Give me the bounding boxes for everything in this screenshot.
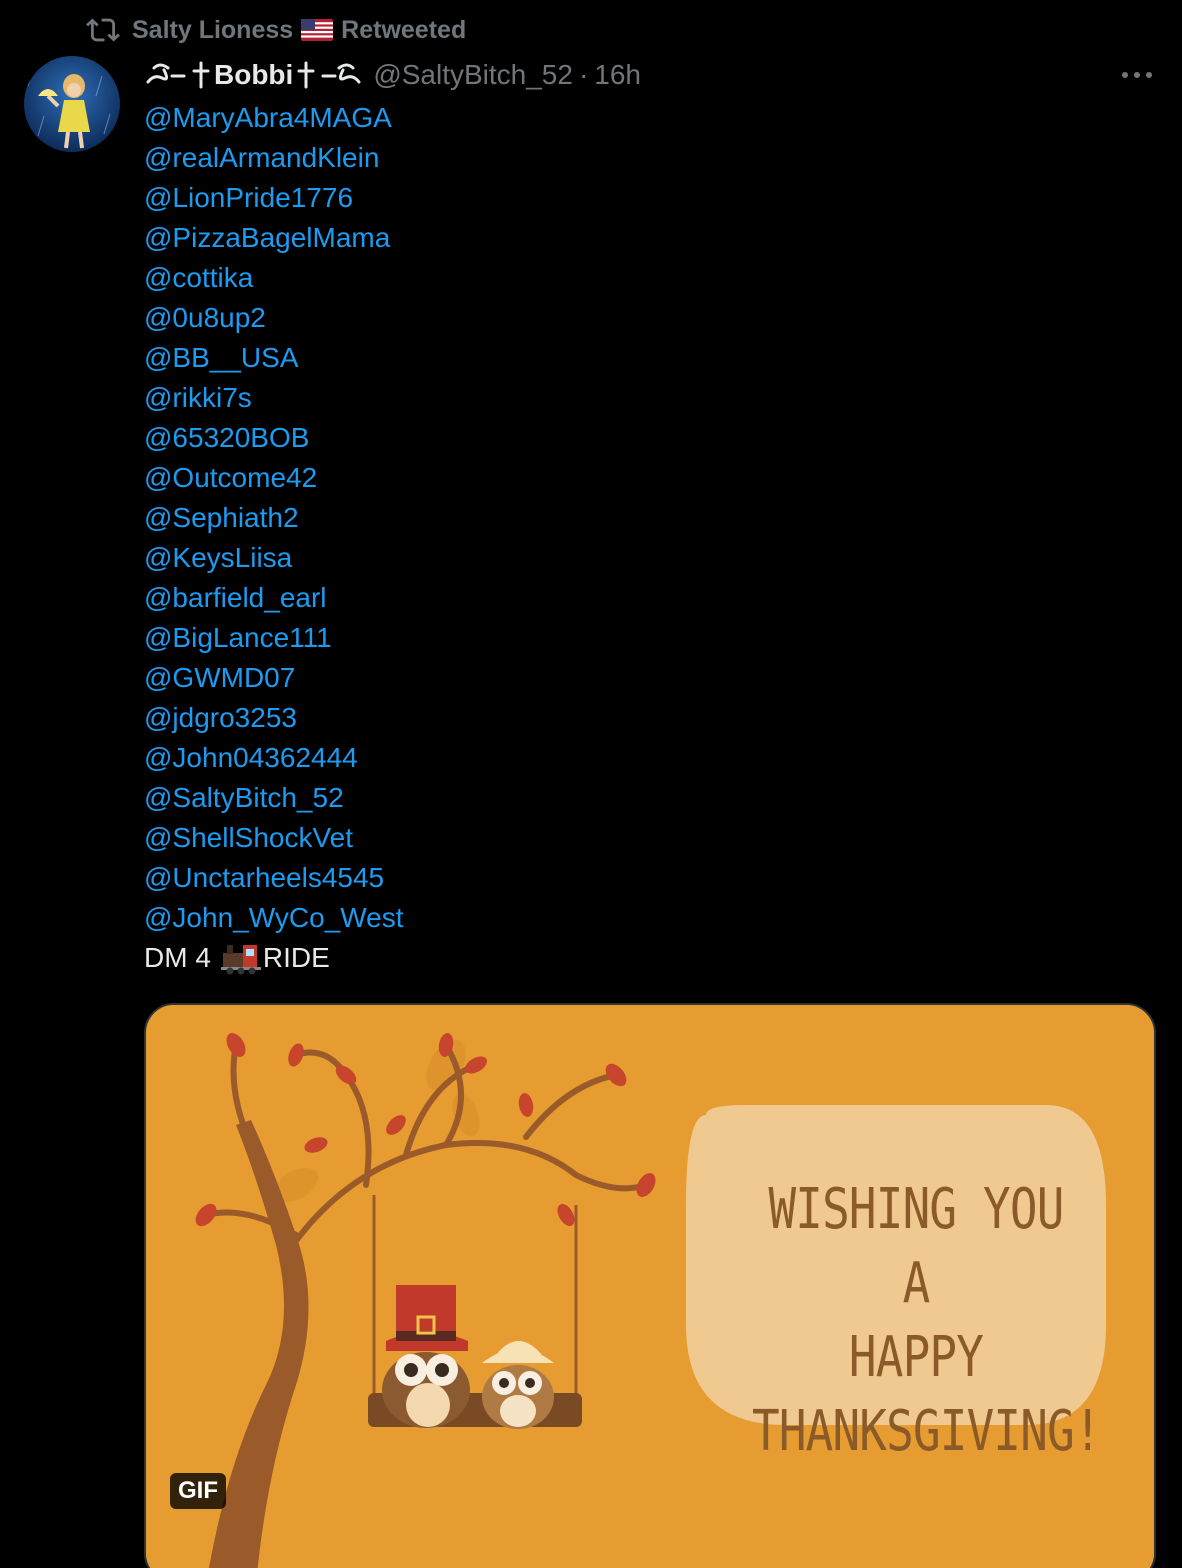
avatar[interactable] — [24, 56, 120, 152]
dm-line: DM 4 RIDE — [144, 938, 404, 978]
tweet-header: Bobbi @SaltyBitch_52 · 16h — [144, 56, 641, 94]
greeting-line: WISHING YOU A — [768, 1177, 1064, 1316]
social-context: Salty Lioness Retweeted — [86, 12, 466, 48]
mention-link[interactable]: @Outcome42 — [144, 458, 404, 498]
mention-link[interactable]: @KeysLiisa — [144, 538, 404, 578]
greeting-line: HAPPY — [848, 1325, 984, 1390]
mention-link[interactable]: @John_WyCo_West — [144, 898, 404, 938]
mention-link[interactable]: @0u8up2 — [144, 298, 404, 338]
display-name: Bobbi — [214, 59, 294, 90]
mention-link[interactable]: @BB__USA — [144, 338, 404, 378]
gif-badge: GIF — [170, 1473, 226, 1509]
mention-link[interactable]: @cottika — [144, 258, 404, 298]
author-handle[interactable]: @SaltyBitch_52 — [373, 59, 573, 91]
mention-link[interactable]: @ShellShockVet — [144, 818, 404, 858]
display-name-link[interactable]: Bobbi — [144, 59, 363, 91]
mention-link[interactable]: @MaryAbra4MAGA — [144, 98, 404, 138]
mention-link[interactable]: @SaltyBitch_52 — [144, 778, 404, 818]
greeting-text: WISHING YOU A HAPPY THANKSGIVING! — [752, 1173, 1102, 1469]
swirl-ornament-icon — [146, 63, 186, 84]
mention-link[interactable]: @barfield_earl — [144, 578, 404, 618]
locomotive-icon — [220, 945, 261, 975]
mention-list: @MaryAbra4MAGA @realArmandKlein @LionPride… — [144, 98, 404, 938]
mention-link[interactable]: @Sephiath2 — [144, 498, 404, 538]
dm-suffix: RIDE — [262, 942, 330, 973]
dot-separator: · — [578, 59, 589, 90]
retweeter-name[interactable]: Salty Lioness — [132, 16, 293, 45]
tweet[interactable]: Salty Lioness Retweeted Bobbi @SaltyBitc… — [0, 0, 1182, 1568]
retweeted-label: Retweeted — [341, 15, 467, 44]
dm-prefix: DM 4 — [144, 942, 211, 973]
mention-link[interactable]: @PizzaBagelMama — [144, 218, 404, 258]
greeting-line: THANKSGIVING! — [752, 1399, 1102, 1464]
mention-link[interactable]: @Unctarheels4545 — [144, 858, 404, 898]
mention-link[interactable]: @jdgro3253 — [144, 698, 404, 738]
gif-media[interactable]: WISHING YOU A HAPPY THANKSGIVING! GIF — [144, 1003, 1156, 1568]
swirl-ornament-icon — [321, 63, 361, 84]
more-options-icon[interactable] — [1120, 62, 1154, 88]
mention-link[interactable]: @GWMD07 — [144, 658, 404, 698]
timestamp[interactable]: 16h — [594, 59, 641, 91]
mention-link[interactable]: @65320BOB — [144, 418, 404, 458]
dagger-ornament-icon — [192, 61, 210, 89]
mention-link[interactable]: @realArmandKlein — [144, 138, 404, 178]
mention-link[interactable]: @LionPride1776 — [144, 178, 404, 218]
mention-link[interactable]: @John04362444 — [144, 738, 404, 778]
mention-link[interactable]: @rikki7s — [144, 378, 404, 418]
us-flag-icon — [301, 19, 334, 41]
retweet-icon — [86, 18, 120, 42]
mention-link[interactable]: @BigLance111 — [144, 618, 404, 658]
tweet-text: @MaryAbra4MAGA @realArmandKlein @LionPride… — [144, 98, 404, 978]
avatar-image — [24, 56, 120, 152]
dagger-ornament-icon — [297, 61, 315, 89]
